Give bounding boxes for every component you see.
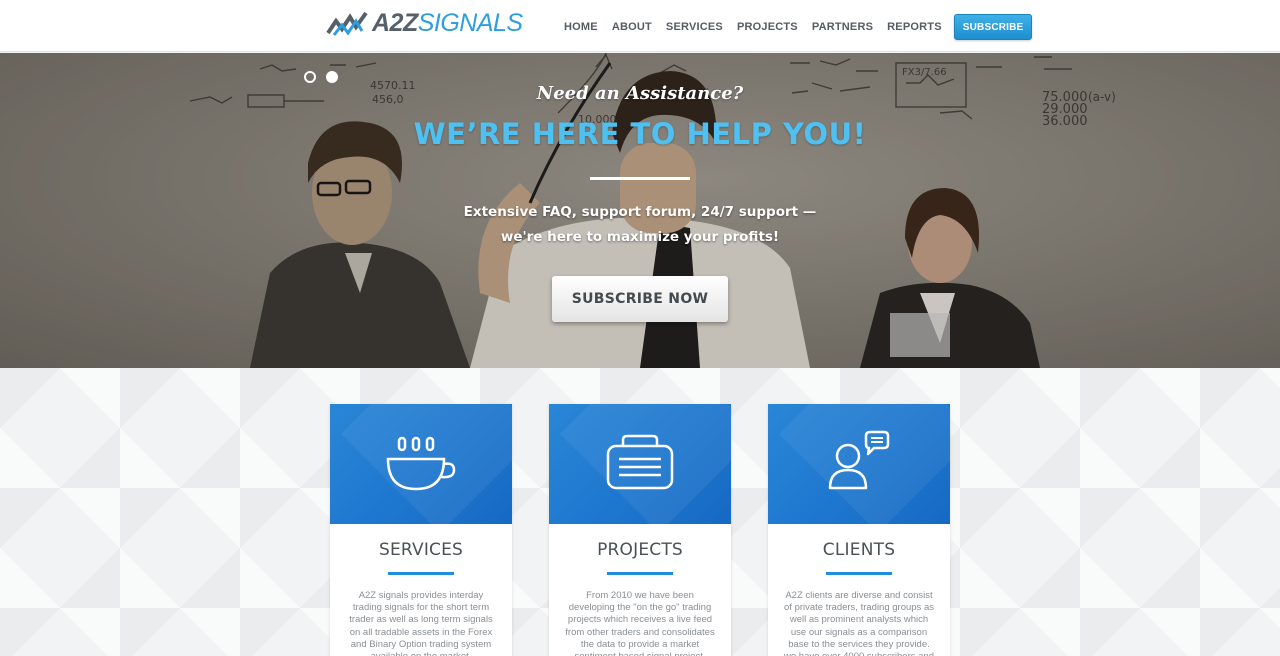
nav-item-partners[interactable]: PARTNERS	[805, 14, 880, 40]
feature-card-clients: CLIENTS A2Z clients are diverse and cons…	[768, 404, 950, 656]
briefcase-icon	[606, 434, 674, 490]
slider-dot-2[interactable]	[326, 71, 338, 83]
card-icon-panel	[549, 404, 731, 524]
hero-description-line-2: we're here to maximize your profits!	[500, 229, 780, 245]
card-icon-panel	[768, 404, 950, 524]
nav-item-projects[interactable]: PROJECTS	[730, 14, 805, 40]
site-header: A2ZSIGNALS HOME ABOUT SERVICES PROJECTS …	[0, 0, 1280, 52]
main-nav: HOME ABOUT SERVICES PROJECTS PARTNERS RE…	[557, 14, 1033, 40]
logo-a2z-text: A2Z	[372, 9, 418, 37]
feature-card-projects: PROJECTS From 2010 we have been developi…	[549, 404, 731, 656]
card-title: PROJECTS	[597, 540, 683, 560]
nav-item-home[interactable]: HOME	[557, 14, 605, 40]
card-description: A2Z signals provides interday trading si…	[349, 590, 493, 656]
card-description: A2Z clients are diverse and consist of p…	[784, 590, 934, 656]
nav-subscribe-button[interactable]: SUBSCRIBE	[953, 14, 1033, 40]
site-logo[interactable]: A2ZSIGNALS	[326, 9, 523, 37]
card-description: From 2010 we have been developing the "o…	[565, 590, 715, 656]
hero-description-line-1: Extensive FAQ, support forum, 24/7 suppo…	[463, 204, 817, 220]
nav-item-services[interactable]: SERVICES	[659, 14, 730, 40]
hero-kicker: Need an Assistance?	[536, 83, 744, 104]
slider-dot-1[interactable]	[304, 71, 316, 83]
chart-arrow-logo-icon	[326, 11, 368, 36]
card-icon-panel	[330, 404, 512, 524]
hero-slider: 4570.11 456,0 10.000 75.000 29.000 36.00…	[0, 53, 1280, 368]
card-divider	[607, 572, 673, 575]
card-divider	[388, 572, 454, 575]
nav-item-about[interactable]: ABOUT	[605, 14, 659, 40]
logo-signals-text: SIGNALS	[417, 9, 523, 37]
slider-dots	[304, 71, 338, 83]
hero-title: WE’RE HERE TO HELP YOU!	[413, 117, 867, 151]
user-chat-icon	[828, 430, 890, 490]
logo-wordmark: A2ZSIGNALS	[372, 9, 523, 37]
features-section: SERVICES A2Z signals provides interday t…	[0, 368, 1280, 656]
feature-card-services: SERVICES A2Z signals provides interday t…	[330, 404, 512, 656]
card-title: SERVICES	[378, 540, 464, 560]
hero-divider	[590, 177, 690, 180]
nav-item-reports[interactable]: REPORTS	[880, 14, 949, 40]
coffee-cup-icon	[386, 436, 456, 491]
subscribe-now-button[interactable]: SUBSCRIBE NOW	[552, 276, 728, 322]
card-divider	[826, 572, 892, 575]
card-title: CLIENTS	[822, 540, 896, 560]
